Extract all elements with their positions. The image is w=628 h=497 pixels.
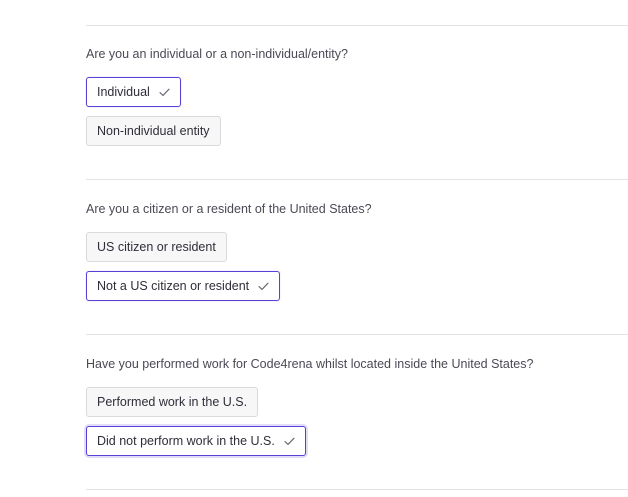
option-label: Not a US citizen or resident [97, 279, 250, 293]
option-non-individual-entity[interactable]: Non-individual entity [86, 116, 221, 146]
question-entity-type: Are you an individual or a non-individua… [86, 47, 348, 61]
option-did-not-perform-work-in-us[interactable]: Did not perform work in the U.S. [86, 426, 306, 456]
tax-questionnaire: Are you an individual or a non-individua… [0, 0, 628, 497]
option-label: Individual [97, 85, 150, 99]
option-label: Non-individual entity [97, 124, 210, 138]
option-label: Performed work in the U.S. [97, 395, 248, 409]
option-label: Did not perform work in the U.S. [97, 434, 275, 448]
option-individual[interactable]: Individual [86, 77, 181, 107]
divider [86, 334, 628, 335]
divider [86, 25, 628, 26]
option-us-citizen-or-resident[interactable]: US citizen or resident [86, 232, 227, 262]
divider [86, 489, 628, 490]
option-performed-work-in-us[interactable]: Performed work in the U.S. [86, 387, 259, 417]
question-us-citizenship: Are you a citizen or a resident of the U… [86, 202, 372, 216]
option-label: US citizen or resident [97, 240, 216, 254]
check-icon [159, 88, 170, 97]
divider [86, 179, 628, 180]
check-icon [258, 282, 269, 291]
check-icon [284, 437, 295, 446]
option-not-us-citizen-or-resident[interactable]: Not a US citizen or resident [86, 271, 281, 301]
question-us-work-location: Have you performed work for Code4rena wh… [86, 357, 534, 371]
